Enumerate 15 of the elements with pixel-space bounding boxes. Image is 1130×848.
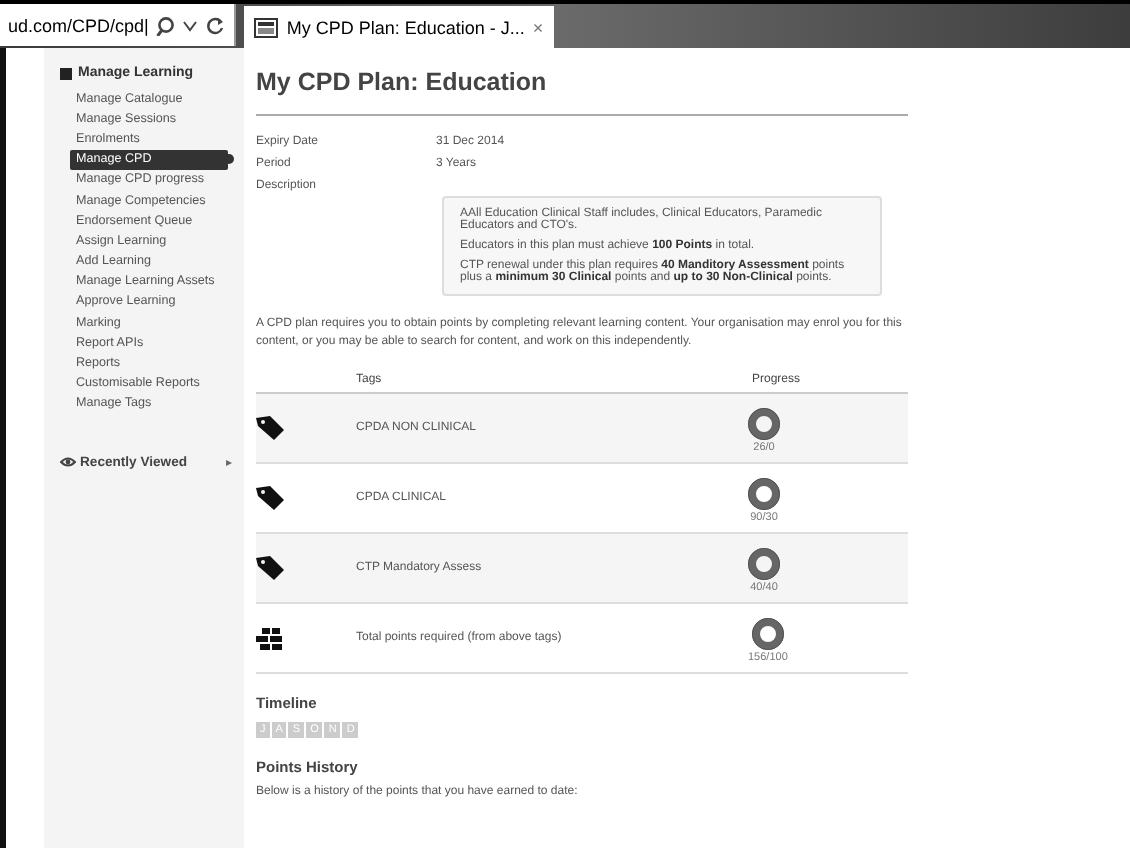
search-icon: [156, 15, 175, 35]
progress-ring-icon: [751, 618, 784, 651]
close-tab-button[interactable]: ×: [532, 17, 544, 37]
progress-ring-icon: [748, 408, 780, 441]
tag-icon: [256, 486, 284, 511]
address-field[interactable]: ud.com/CPD/cpd|: [0, 4, 237, 46]
browser-tab[interactable]: My CPD Plan: Education - J... ×: [244, 6, 554, 48]
page-icon: [254, 17, 279, 37]
progress-ring-icon: [748, 548, 780, 581]
progress-ring-icon: [748, 478, 780, 511]
tab-title: My CPD Plan: Education - J...: [286, 17, 525, 37]
refresh-icon: [206, 15, 227, 35]
eye-icon: [60, 456, 76, 468]
page-title: My CPD Plan: Education: [256, 68, 908, 116]
tags-icon: [256, 627, 282, 650]
